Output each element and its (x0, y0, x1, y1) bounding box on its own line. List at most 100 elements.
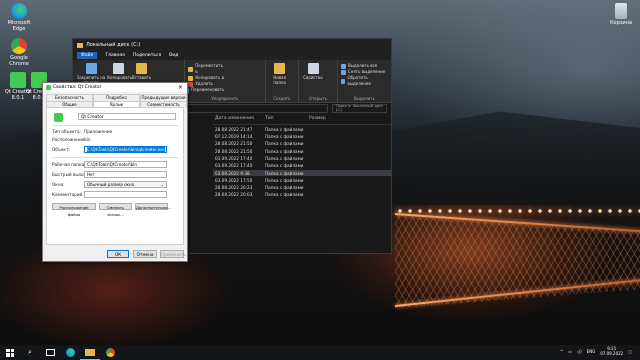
file-type: Папка с файлами (265, 155, 304, 161)
search-icon: ⌕ (28, 348, 32, 356)
tab-security[interactable]: Безопасность (46, 94, 93, 101)
file-row[interactable]: 03.09.2022 17:40 Папка с файлами (213, 155, 391, 162)
desktop-icon-label: Microsoft Edge (7, 20, 31, 32)
file-row[interactable]: 03.09.2022 17:50 Папка с файлами (213, 177, 391, 184)
notifications-icon[interactable]: ▢ (628, 349, 632, 354)
tab-details[interactable]: Подробно (93, 94, 140, 101)
desktop-icon-chrome[interactable]: Google Chrome (2, 38, 36, 67)
close-icon[interactable]: × (178, 84, 183, 91)
column-date[interactable]: Дата изменения (213, 116, 263, 124)
desktop-icon-recycle-bin[interactable]: Корзина (604, 3, 638, 26)
recycle-bin-icon (615, 3, 627, 19)
folder-icon (85, 348, 95, 356)
location-label: Расположение: (52, 137, 86, 142)
rename-icon (188, 87, 190, 93)
file-row[interactable]: 28.08.2022 21:50 Папка с файлами (213, 148, 391, 155)
explorer-title: Локальный диск (C:) (86, 42, 141, 48)
qt-icon (46, 85, 51, 90)
file-type: Папка с файлами (265, 185, 304, 191)
task-view-icon (45, 349, 55, 356)
file-type: Папка с файлами (265, 148, 304, 154)
folder-icon (77, 42, 83, 48)
desktop: Microsoft Edge Google Chrome Qt Creator … (0, 0, 640, 360)
cancel-button[interactable]: Отмена (133, 250, 157, 258)
paste-icon (136, 63, 148, 74)
qt-icon (54, 113, 63, 122)
comment-field[interactable] (84, 191, 167, 198)
new-folder-icon (274, 63, 286, 74)
language-indicator[interactable]: ENG (587, 349, 596, 354)
select-none-icon (340, 69, 346, 75)
shortcut-name-field[interactable]: Qt Creator (78, 113, 176, 120)
properties-icon (307, 63, 319, 74)
file-date: 07.12.2019 14:14 (215, 134, 253, 140)
chevron-up-icon[interactable]: ^ (560, 349, 563, 354)
copy-icon (112, 63, 124, 74)
dialog-title: Свойства: Qt Creator (53, 85, 102, 90)
ribbon-group-select: Выделить все Снять выделение Обратить вы… (338, 60, 391, 102)
select-all-icon (340, 63, 346, 69)
chevron-down-icon: ⌄ (160, 182, 164, 187)
file-date: 03.09.2022 9:38 (215, 170, 250, 176)
file-row[interactable]: 28.08.2022 20:23 Папка с файлами (213, 184, 391, 191)
search-box[interactable]: Поиск в: Локальный диск (C:) (332, 103, 387, 113)
file-date: 28.08.2022 21:50 (215, 141, 253, 147)
volume-icon[interactable]: ◁) (577, 349, 582, 354)
taskbar-edge[interactable] (60, 345, 80, 360)
apply-button[interactable]: Применить (160, 250, 186, 258)
menu-view[interactable]: Вид (169, 53, 178, 58)
workdir-field[interactable]: C:\Qt\Tools\QtCreator\bin (84, 161, 167, 168)
menu-home[interactable]: Главная (105, 53, 124, 58)
chrome-icon (11, 38, 27, 54)
edge-icon (65, 348, 75, 357)
advanced-button[interactable]: Дополнительно... (135, 203, 171, 210)
file-row[interactable]: 28.08.2022 21:50 Папка с файлами (213, 141, 391, 148)
hotkey-field[interactable]: Нет (84, 171, 167, 178)
column-type[interactable]: Тип (263, 116, 307, 124)
file-row[interactable]: 07.12.2019 14:14 Папка с файлами (213, 133, 391, 140)
open-file-location-button[interactable]: Расположение файла (52, 203, 96, 217)
workdir-label: Рабочая папка: (52, 162, 86, 167)
copy-button[interactable]: Копировать (107, 63, 132, 80)
ribbon-caption: Создать (273, 96, 291, 101)
taskbar: ⌕ ^ ▭ ◁) ENG 9:21 07.09.2022 ▢ (0, 345, 640, 360)
file-type: Папка с файлами (265, 134, 304, 140)
file-row[interactable]: 28.08.2022 20:03 Папка с файлами (213, 192, 391, 199)
menu-share[interactable]: Поделиться (133, 53, 161, 58)
ribbon-caption: Упорядочить (211, 96, 239, 101)
properties-button[interactable]: Свойства (302, 63, 324, 80)
target-field[interactable]: C:\Qt\Tools\QtCreator\bin\qtcreator.exe (84, 146, 167, 153)
new-folder-button[interactable]: Новая папка (269, 63, 291, 85)
invert-selection-button[interactable]: Обратить выделение (340, 75, 388, 87)
taskbar-chrome[interactable] (100, 345, 120, 360)
location-value: bin (84, 137, 91, 142)
start-button[interactable] (0, 345, 20, 360)
clock[interactable]: 9:21 07.09.2022 (600, 346, 623, 356)
edge-icon (11, 3, 27, 19)
column-size[interactable]: Размер (307, 116, 349, 124)
file-type: Папка с файлами (265, 141, 304, 147)
ok-button[interactable]: ОК (107, 250, 129, 258)
system-tray: ^ ▭ ◁) ENG 9:21 07.09.2022 ▢ (560, 346, 632, 356)
divider (52, 157, 178, 158)
file-row[interactable]: 03.09.2022 17:40 Папка с файлами (213, 163, 391, 170)
task-view-button[interactable] (40, 345, 60, 360)
taskbar-explorer[interactable] (80, 345, 100, 360)
search-button[interactable]: ⌕ (20, 345, 40, 360)
change-icon-button[interactable]: Сменить значок... (99, 203, 132, 217)
menu-file[interactable]: Файл (77, 52, 98, 59)
network-icon[interactable]: ▭ (568, 349, 572, 354)
paste-button[interactable]: Вставить (131, 63, 153, 80)
divider (52, 125, 178, 126)
window-select[interactable]: Обычный размер окна ⌄ (84, 181, 167, 188)
file-row[interactable]: 28.08.2022 21:47 Папка с файлами (213, 126, 391, 133)
delete-icon (188, 81, 194, 87)
file-list-header: Дата изменения Тип Размер (213, 116, 391, 125)
tab-previous-versions[interactable]: Предыдущие версии (140, 94, 187, 101)
window-label: Окно: (52, 182, 65, 187)
move-to-button[interactable]: Переместить в (188, 63, 226, 75)
windows-icon (6, 348, 14, 357)
rename-button[interactable]: Переименовать (188, 87, 224, 93)
desktop-icon-edge[interactable]: Microsoft Edge (2, 3, 36, 32)
file-row[interactable]: 03.09.2022 9:38 Папка с файлами (213, 169, 391, 177)
